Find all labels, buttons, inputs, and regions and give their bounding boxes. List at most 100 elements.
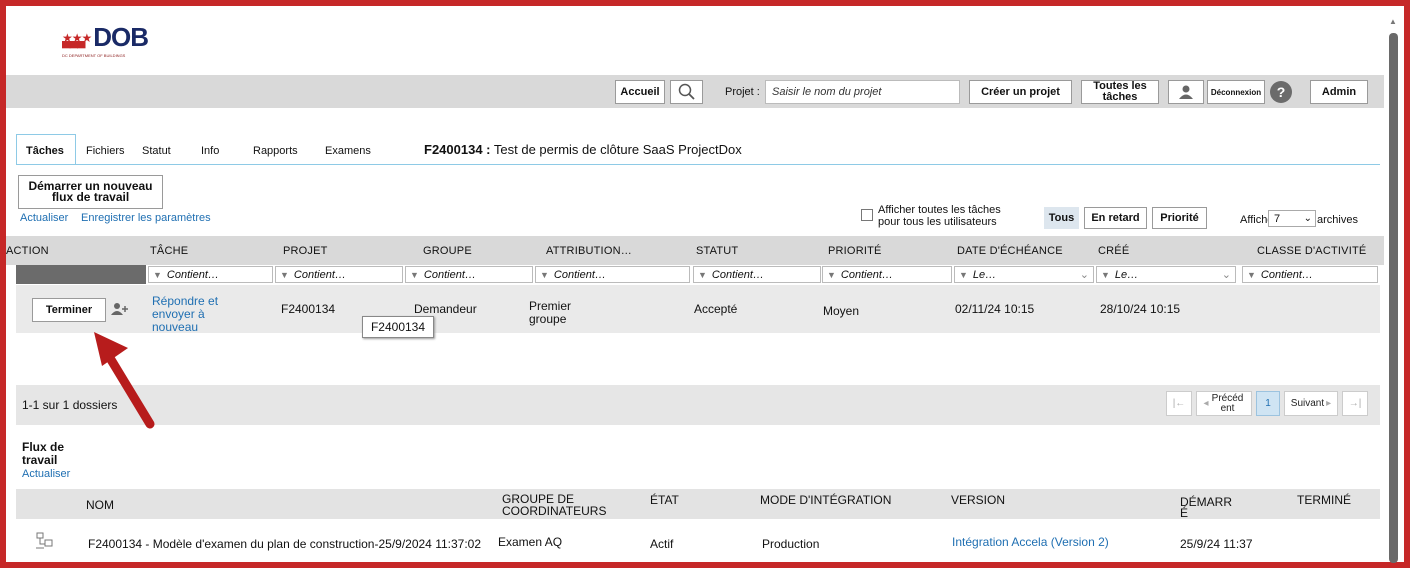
last-page-button[interactable]: →| (1342, 391, 1368, 416)
wf-row-version-link[interactable]: Intégration Accela (Version 2) (952, 535, 1109, 549)
user-profile-button[interactable] (1168, 80, 1204, 104)
tab-underline (16, 164, 1380, 165)
filter-icon: ▼ (959, 269, 968, 280)
row-group: Demandeur (414, 302, 477, 316)
col-created[interactable]: CRÉÉ (1098, 245, 1129, 257)
chevron-down-icon: ⌄ (1221, 269, 1231, 281)
filter-row: ▼ Contient… ▼ Contient… ▼ Contient… ▼ Contie… (16, 265, 1380, 284)
wf-row-mode: Production (762, 537, 820, 551)
chevron-left-icon: ◂ (1203, 397, 1209, 409)
filter-all-button[interactable]: Tous (1044, 207, 1079, 229)
col-activity-class[interactable]: CLASSE D'ACTIVITÉ (1257, 245, 1366, 257)
wf-col-started[interactable]: DÉMARR É (1180, 496, 1232, 519)
activity-class-filter[interactable]: ▼ Contient… (1242, 266, 1378, 283)
workflow-table-header: NOM GROUPE DE COORDINATEURS ÉTAT MODE D'… (16, 489, 1380, 519)
col-due-date[interactable]: DATE D'ÉCHÉANCE (957, 245, 1063, 257)
task-filter[interactable]: ▼ Contient… (148, 266, 273, 283)
save-settings-link[interactable]: Enregistrer les paramètres (81, 212, 211, 224)
priority-filter[interactable]: ▼ Contient… (822, 266, 952, 283)
refresh-link[interactable]: Actualiser (20, 212, 68, 224)
search-icon (678, 83, 695, 100)
wf-col-coord-group[interactable]: GROUPE DE COORDINATEURS (502, 493, 622, 517)
create-project-button[interactable]: Créer un projet (969, 80, 1072, 104)
col-priority[interactable]: PRIORITÉ (828, 245, 882, 257)
group-filter[interactable]: ▼ Contient… (405, 266, 533, 283)
complete-task-button[interactable]: Terminer (32, 298, 106, 322)
filter-icon: ▼ (280, 269, 289, 280)
tab-info[interactable]: Info (201, 145, 219, 157)
dob-logo: ★★★ ▀▀▀ DOB DC DEPARTMENT OF BUILDINGS (62, 22, 149, 58)
wf-col-finished[interactable]: TERMINÉ (1297, 493, 1351, 507)
tab-examens[interactable]: Examens (325, 145, 371, 157)
wf-col-version[interactable]: VERSION (951, 493, 1005, 507)
admin-button[interactable]: Admin (1310, 80, 1368, 104)
wf-col-integration-mode[interactable]: MODE D'INTÉGRATION (760, 493, 891, 507)
tab-fichiers[interactable]: Fichiers (86, 145, 125, 157)
filter-priority-button[interactable]: Priorité (1152, 207, 1207, 229)
wf-row-name[interactable]: F2400134 - Modèle d'examen du plan de co… (88, 537, 481, 551)
assign-user-icon[interactable] (110, 302, 130, 316)
task-link[interactable]: Répondre et envoyer à nouveau (152, 295, 237, 334)
filter-icon: ▼ (1247, 269, 1256, 280)
next-page-button[interactable]: Suivant ▸ (1284, 391, 1338, 416)
wf-row-started: 25/9/24 11:37 (1180, 537, 1253, 551)
row-priority: Moyen (823, 304, 860, 318)
chevron-down-icon: ⌄ (1079, 269, 1089, 281)
workflow-icon (36, 532, 53, 549)
last-page-icon: →| (1348, 398, 1362, 409)
scroll-up-icon[interactable]: ▲ (1389, 17, 1397, 26)
project-tooltip: F2400134 (362, 316, 434, 338)
help-icon[interactable]: ? (1270, 81, 1292, 103)
project-filter[interactable]: ▼ Contient… (275, 266, 403, 283)
col-action[interactable]: ACTION (6, 245, 49, 257)
tab-rapports[interactable]: Rapports (253, 145, 298, 157)
project-label: Projet : (725, 86, 760, 98)
row-project: F2400134 (281, 302, 336, 316)
logo-stars-icon: ★★★ ▀▀▀ (62, 31, 92, 55)
filter-icon: ▼ (540, 269, 549, 280)
previous-page-button[interactable]: ◂ Précéd ent (1196, 391, 1252, 416)
due-date-filter[interactable]: ▼ Le… ⌄ (954, 266, 1094, 283)
col-group[interactable]: GROUPE (423, 245, 472, 257)
col-task[interactable]: TÂCHE (150, 245, 188, 257)
task-table-header: ACTION TÂCHE PROJET GROUPE ATTRIBUTION… … (6, 236, 1384, 265)
col-project[interactable]: PROJET (283, 245, 328, 257)
scrollbar[interactable] (1389, 33, 1398, 563)
status-filter[interactable]: ▼ Contient… (693, 266, 821, 283)
workflow-refresh-link[interactable]: Actualiser (22, 468, 70, 480)
wf-col-state[interactable]: ÉTAT (650, 493, 679, 507)
chevron-right-icon: ▸ (1326, 398, 1332, 409)
user-icon (1179, 85, 1193, 99)
wf-row-coord-group: Examen AQ (498, 535, 563, 549)
logo-tagline: DC DEPARTMENT OF BUILDINGS (62, 53, 126, 58)
show-count-select[interactable]: 7 ⌄ (1268, 210, 1316, 227)
page-1-button[interactable]: 1 (1256, 391, 1280, 416)
row-status: Accepté (694, 302, 738, 316)
filter-icon: ▼ (827, 269, 836, 280)
col-assignment[interactable]: ATTRIBUTION… (546, 245, 632, 257)
tab-statut[interactable]: Statut (142, 145, 171, 157)
start-workflow-button[interactable]: Démarrer un nouveau flux de travail (18, 175, 163, 209)
row-created: 28/10/24 10:15 (1100, 302, 1181, 316)
project-search-input[interactable]: Saisir le nom du projet (765, 80, 960, 104)
row-due-date: 02/11/24 10:15 (955, 302, 1035, 316)
filter-icon: ▼ (153, 269, 162, 280)
assignment-filter[interactable]: ▼ Contient… (535, 266, 690, 283)
archives-label: archives (1317, 214, 1358, 226)
col-status[interactable]: STATUT (696, 245, 738, 257)
logout-button[interactable]: Déconnexion (1207, 80, 1265, 104)
show-all-checkbox[interactable] (861, 209, 873, 221)
first-page-icon: |← (1172, 398, 1186, 409)
search-button[interactable] (670, 80, 703, 104)
tab-taches[interactable]: Tâches (26, 145, 64, 157)
show-all-label: Afficher toutes les tâches pour tous les… (878, 204, 1001, 228)
all-tasks-button[interactable]: Toutes les tâches (1081, 80, 1159, 104)
filter-icon: ▼ (410, 269, 419, 280)
created-filter[interactable]: ▼ Le… ⌄ (1096, 266, 1236, 283)
home-button[interactable]: Accueil (615, 80, 665, 104)
wf-col-name[interactable]: NOM (86, 498, 114, 512)
filter-late-button[interactable]: En retard (1084, 207, 1147, 229)
row-assignment: Premier groupe (529, 299, 572, 326)
first-page-button[interactable]: |← (1166, 391, 1192, 416)
filter-icon: ▼ (698, 269, 707, 280)
